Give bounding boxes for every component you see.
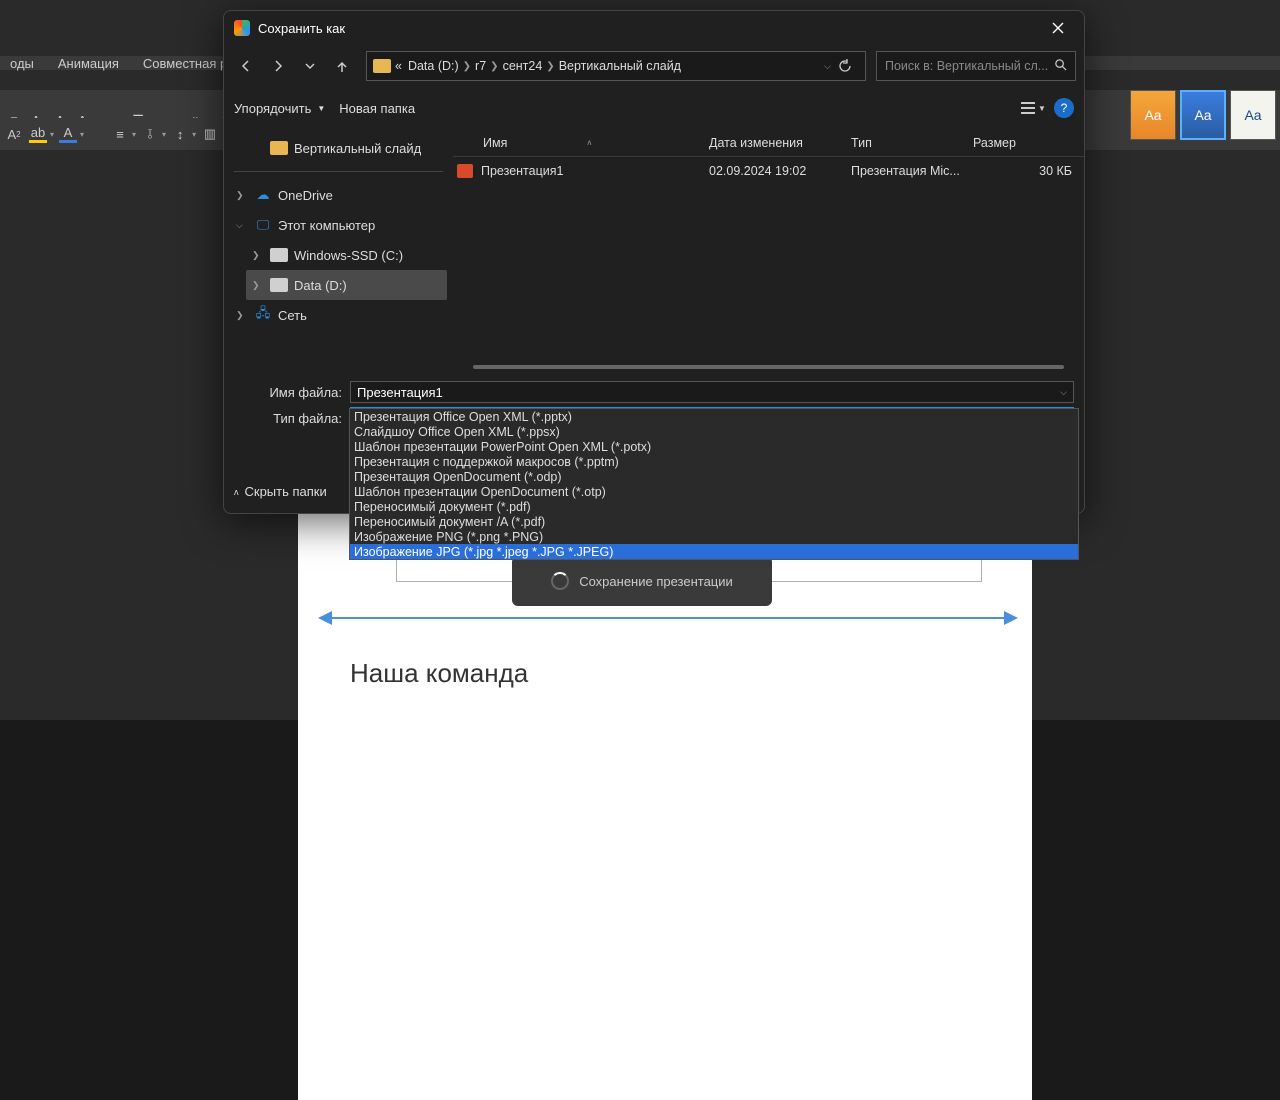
app-icon xyxy=(234,20,250,36)
address-bar[interactable]: « Data (D:) ❯ r7 ❯ сент24 ❯ Вертикальный… xyxy=(366,51,866,81)
col-date[interactable]: Дата изменения xyxy=(709,136,851,150)
help-button[interactable]: ? xyxy=(1054,98,1074,118)
file-type: Презентация Mic... xyxy=(851,164,973,178)
ribbon-tab-transitions[interactable]: оды xyxy=(10,56,34,71)
tree-drive-c[interactable]: ❯ Windows-SSD (C:) xyxy=(246,240,447,270)
save-toast: Сохранение презентации xyxy=(512,556,772,606)
expand-icon[interactable]: ❯ xyxy=(236,310,248,321)
folder-icon xyxy=(373,59,391,73)
dropdown-option-selected[interactable]: Изображение JPG (*.jpg *.jpeg *.JPG *.JP… xyxy=(350,544,1078,559)
align-h-icon[interactable]: ≡ xyxy=(110,124,130,144)
dropdown-option[interactable]: Слайдшоу Office Open XML (*.ppsx) xyxy=(350,424,1078,439)
chevron-up-icon: ʌ xyxy=(234,487,239,497)
file-size: 30 КБ xyxy=(973,164,1084,178)
tree-drive-d[interactable]: ❯ Data (D:) xyxy=(246,270,447,300)
filetype-dropdown: Презентация Office Open XML (*.pptx) Сла… xyxy=(349,408,1079,560)
toast-text: Сохранение презентации xyxy=(579,574,733,589)
filetype-label: Тип файла: xyxy=(234,411,350,426)
new-folder-button[interactable]: Новая папка xyxy=(339,101,415,116)
pptx-file-icon xyxy=(457,164,473,178)
refresh-button[interactable] xyxy=(831,59,859,73)
dropdown-option[interactable]: Шаблон презентации OpenDocument (*.otp) xyxy=(350,484,1078,499)
disk-icon xyxy=(270,278,288,292)
pc-icon: 🖵 xyxy=(254,218,272,232)
chevron-down-icon: ▼ xyxy=(1038,104,1046,113)
chevron-icon[interactable]: ❯ xyxy=(490,61,498,72)
expand-icon[interactable]: ❯ xyxy=(252,250,264,261)
dropdown-option[interactable]: Презентация OpenDocument (*.odp) xyxy=(350,469,1078,484)
highlight-icon[interactable]: ab xyxy=(28,124,48,144)
chevron-icon[interactable]: ❯ xyxy=(546,61,554,72)
tree-current-folder[interactable]: Вертикальный слайд xyxy=(246,133,447,163)
recent-button[interactable] xyxy=(296,52,324,80)
up-button[interactable] xyxy=(328,52,356,80)
chevron-down-icon[interactable]: ⌵ xyxy=(1060,387,1067,398)
file-name: Презентация1 xyxy=(481,164,709,178)
font-color-icon[interactable]: A xyxy=(58,124,78,144)
file-row[interactable]: Презентация1 02.09.2024 19:02 Презентаци… xyxy=(453,157,1084,185)
chevron-down-icon: ▼ xyxy=(317,104,325,113)
collapse-icon[interactable]: ⌵ xyxy=(236,220,248,231)
style-theme-2[interactable]: Aa xyxy=(1180,90,1226,140)
breadcrumb-prefix: « xyxy=(395,59,402,73)
network-icon: 🖧 xyxy=(254,308,272,322)
file-date: 02.09.2024 19:02 xyxy=(709,164,851,178)
address-dropdown-icon[interactable]: ⌵ xyxy=(824,61,831,72)
search-input[interactable]: Поиск в: Вертикальный сл... xyxy=(876,51,1076,81)
forward-button[interactable] xyxy=(264,52,292,80)
chevron-icon[interactable]: ❯ xyxy=(463,61,471,72)
tree-this-pc[interactable]: ⌵ 🖵 Этот компьютер xyxy=(230,210,447,240)
horizontal-scrollbar[interactable] xyxy=(473,365,1064,369)
close-button[interactable] xyxy=(1042,14,1074,42)
expand-icon[interactable]: ❯ xyxy=(252,280,264,291)
back-button[interactable] xyxy=(232,52,260,80)
breadcrumb-1[interactable]: Data (D:) xyxy=(408,59,459,73)
filename-label: Имя файла: xyxy=(234,385,350,400)
close-icon xyxy=(1052,22,1064,34)
file-list-header: Имя ʌ Дата изменения Тип Размер xyxy=(453,129,1084,157)
spinner-icon xyxy=(551,572,569,590)
search-placeholder: Поиск в: Вертикальный сл... xyxy=(885,59,1048,73)
ribbon-tab-animation[interactable]: Анимация xyxy=(58,56,119,71)
dropdown-option[interactable]: Переносимый документ /A (*.pdf) xyxy=(350,514,1078,529)
subscript-icon[interactable]: A2 xyxy=(4,124,24,144)
dropdown-option[interactable]: Переносимый документ (*.pdf) xyxy=(350,499,1078,514)
disk-icon xyxy=(270,248,288,262)
col-type[interactable]: Тип xyxy=(851,136,973,150)
dropdown-option[interactable]: Презентация Office Open XML (*.pptx) xyxy=(350,409,1078,424)
cloud-icon: ☁ xyxy=(254,188,272,202)
folder-tree: Вертикальный слайд ❯ ☁ OneDrive ⌵ 🖵 Этот… xyxy=(224,129,453,373)
dropdown-option[interactable]: Презентация с поддержкой макросов (*.ppt… xyxy=(350,454,1078,469)
tree-network[interactable]: ❯ 🖧 Сеть xyxy=(230,300,447,330)
slide-arrow xyxy=(318,615,1018,621)
organize-button[interactable]: Упорядочить ▼ xyxy=(234,101,325,116)
sort-asc-icon[interactable]: ʌ xyxy=(587,138,591,147)
align-v-icon[interactable]: ⫱ xyxy=(140,124,160,144)
search-icon[interactable] xyxy=(1054,58,1067,74)
breadcrumb-2[interactable]: r7 xyxy=(475,59,486,73)
hide-folders-button[interactable]: ʌ Скрыть папки xyxy=(234,484,327,499)
folder-icon xyxy=(270,141,288,155)
dropdown-option[interactable]: Шаблон презентации PowerPoint Open XML (… xyxy=(350,439,1078,454)
columns-icon[interactable]: ▥ xyxy=(200,124,220,144)
view-mode-button[interactable]: ▼ xyxy=(1020,95,1046,121)
filename-input[interactable]: Презентация1 ⌵ xyxy=(350,381,1074,403)
col-size[interactable]: Размер xyxy=(973,136,1084,150)
dropdown-option[interactable]: Изображение PNG (*.png *.PNG) xyxy=(350,529,1078,544)
tree-onedrive[interactable]: ❯ ☁ OneDrive xyxy=(230,180,447,210)
style-theme-1[interactable]: Aa xyxy=(1130,90,1176,140)
slide-team-title[interactable]: Наша команда xyxy=(350,658,528,689)
col-name[interactable]: Имя xyxy=(483,136,507,150)
breadcrumb-4[interactable]: Вертикальный слайд xyxy=(559,59,681,73)
expand-icon[interactable]: ❯ xyxy=(236,190,248,201)
style-theme-3[interactable]: Aa xyxy=(1230,90,1276,140)
dialog-title: Сохранить как xyxy=(258,21,345,36)
breadcrumb-3[interactable]: сент24 xyxy=(503,59,543,73)
line-spacing-icon[interactable]: ↕ xyxy=(170,124,190,144)
